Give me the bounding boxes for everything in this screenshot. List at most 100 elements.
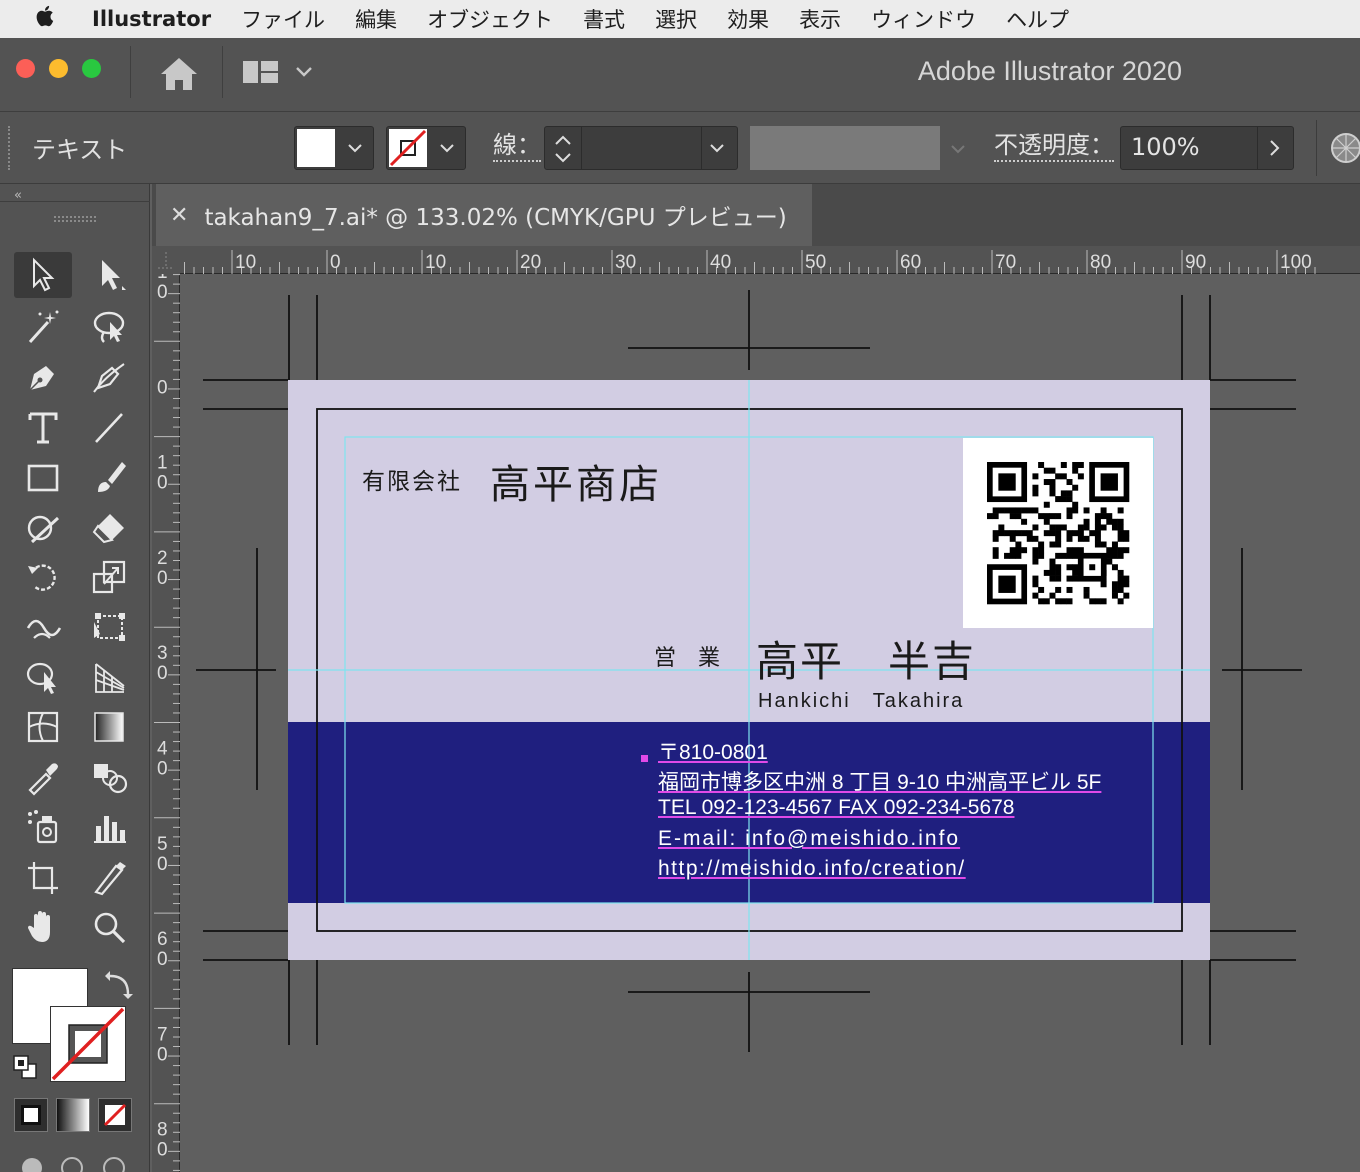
menu-view[interactable]: 表示	[799, 4, 841, 34]
opacity-label[interactable]: 不透明度：	[994, 130, 1114, 162]
hand-tool[interactable]	[14, 904, 72, 950]
menu-help[interactable]: ヘルプ	[1006, 4, 1069, 34]
home-icon[interactable]	[158, 54, 200, 94]
stroke-color-dropdown[interactable]	[386, 126, 466, 170]
rotate-icon	[28, 564, 56, 591]
warp-tool[interactable]	[14, 604, 72, 650]
menu-file[interactable]: ファイル	[241, 4, 325, 34]
ruler-label: 40	[710, 252, 731, 273]
scale-tool[interactable]	[80, 554, 138, 600]
ruler-label: 100	[1280, 252, 1312, 273]
symbol-sprayer-tool[interactable]	[14, 804, 72, 850]
eraser-tool[interactable]	[80, 504, 138, 550]
text-selection-anchor[interactable]	[641, 755, 648, 762]
ruler-label: 0	[157, 282, 168, 303]
minimize-window-button[interactable]	[49, 59, 68, 78]
stroke-swatch-large[interactable]	[50, 1006, 126, 1082]
opacity-field[interactable]: 100%	[1120, 126, 1294, 170]
horizontal-ruler[interactable]: 10 0 10 20 30 40 50 60 70 80 90 100	[180, 246, 1360, 274]
apple-menu-icon[interactable]	[0, 4, 92, 34]
gradient-mode-button[interactable]	[56, 1098, 90, 1132]
gradient-tool[interactable]	[80, 704, 138, 750]
ruler-label: 70	[995, 252, 1016, 273]
vertical-ruler[interactable]: 1001020304050607080	[152, 245, 180, 1172]
menu-select[interactable]: 選択	[655, 4, 697, 34]
symbol-sprayer-icon	[28, 810, 58, 844]
ruler-label: 10	[425, 252, 446, 273]
variable-width-profile-dropdown[interactable]	[750, 126, 980, 170]
stroke-none-swatch-icon	[389, 129, 427, 167]
zoom-window-button[interactable]	[82, 59, 101, 78]
default-fill-stroke-icon[interactable]	[12, 1054, 38, 1080]
document-tab-title: takahan9_7.ai* @ 133.02% (CMYK/GPU プレビュー…	[204, 205, 787, 231]
shape-builder-tool[interactable]	[14, 654, 72, 700]
slice-tool[interactable]	[80, 854, 138, 900]
menu-app-name[interactable]: Illustrator	[92, 7, 211, 31]
pen-tool[interactable]	[14, 354, 72, 400]
address[interactable]: 福岡市博多区中洲 8 丁目 9-10 中洲高平ビル 5F	[658, 766, 1154, 796]
chevron-down-icon[interactable]	[709, 141, 725, 155]
menu-object[interactable]: オブジェクト	[427, 4, 553, 34]
column-graph-tool[interactable]	[80, 804, 138, 850]
document-tab[interactable]: ✕ takahan9_7.ai* @ 133.02% (CMYK/GPU プレビ…	[156, 184, 812, 246]
line-segment-tool[interactable]	[80, 404, 138, 450]
close-window-button[interactable]	[16, 59, 35, 78]
close-tab-icon[interactable]: ✕	[170, 203, 188, 228]
contact-text-block[interactable]: 〒810-0801 福岡市博多区中洲 8 丁目 9-10 中洲高平ビル 5F T…	[658, 736, 1154, 887]
stroke-weight-label[interactable]: 線：	[493, 130, 541, 162]
company-name[interactable]: 高平商店	[490, 452, 662, 510]
control-bar-grip[interactable]	[8, 126, 13, 170]
person-name[interactable]: 高平 半吉	[756, 628, 976, 689]
rotate-tool[interactable]	[14, 554, 72, 600]
ruler-label: 60	[900, 252, 921, 273]
drawing-modes-row[interactable]	[14, 1150, 134, 1172]
ruler-label: 2	[157, 548, 168, 569]
blend-tool[interactable]	[80, 754, 138, 800]
zoom-tool[interactable]	[80, 904, 138, 950]
selection-tool[interactable]	[14, 252, 72, 298]
divider	[130, 46, 131, 98]
department-label[interactable]: 営 業	[654, 640, 720, 672]
postal-code[interactable]: 〒810-0801	[658, 736, 1154, 766]
direct-selection-tool[interactable]	[80, 252, 138, 298]
menu-effect[interactable]: 効果	[727, 4, 769, 34]
menu-window[interactable]: ウィンドウ	[871, 4, 976, 34]
fill-color-dropdown[interactable]	[294, 126, 374, 170]
rectangle-tool[interactable]	[14, 454, 72, 500]
arrange-documents-button[interactable]	[242, 58, 322, 88]
free-transform-tool[interactable]	[80, 604, 138, 650]
tel-fax[interactable]: TEL 092-123-4567 FAX 092-234-5678	[658, 796, 1154, 827]
shaper-tool[interactable]	[14, 504, 72, 550]
email[interactable]: E-mail: info@meishido.info	[658, 827, 1154, 857]
panel-grip[interactable]	[54, 216, 96, 222]
rectangle-icon	[27, 464, 59, 492]
color-mode-button[interactable]	[14, 1098, 48, 1132]
chevron-right-icon[interactable]	[1267, 139, 1281, 157]
hand-icon	[28, 911, 50, 942]
ruler-label: 50	[805, 252, 826, 273]
ruler-origin[interactable]	[152, 246, 180, 274]
artboard-tool[interactable]	[14, 854, 72, 900]
curvature-tool[interactable]	[80, 354, 138, 400]
lasso-icon	[93, 311, 125, 343]
stroke-weight-field[interactable]	[544, 126, 738, 170]
company-prefix[interactable]: 有限会社	[362, 462, 462, 496]
line-segment-icon	[95, 413, 123, 443]
type-tool[interactable]	[14, 404, 72, 450]
lasso-tool[interactable]	[80, 304, 138, 350]
perspective-grid-tool[interactable]	[80, 654, 138, 700]
website-url[interactable]: http://meishido.info/creation/	[658, 857, 1154, 887]
stepper-icon[interactable]	[551, 131, 575, 167]
none-mode-button[interactable]	[98, 1098, 132, 1132]
recolor-artwork-icon[interactable]	[1330, 132, 1360, 164]
paintbrush-tool[interactable]	[80, 454, 138, 500]
menu-edit[interactable]: 編集	[355, 4, 397, 34]
mesh-tool[interactable]	[14, 704, 72, 750]
menu-type[interactable]: 書式	[583, 4, 625, 34]
person-name-roman[interactable]: Hankichi Takahira	[758, 684, 964, 713]
ruler-label: 0	[157, 1140, 168, 1161]
swap-fill-stroke-icon[interactable]	[104, 970, 134, 1000]
eyedropper-tool[interactable]	[14, 754, 72, 800]
magic-wand-tool[interactable]	[14, 304, 72, 350]
ruler-label: 0	[330, 252, 341, 273]
